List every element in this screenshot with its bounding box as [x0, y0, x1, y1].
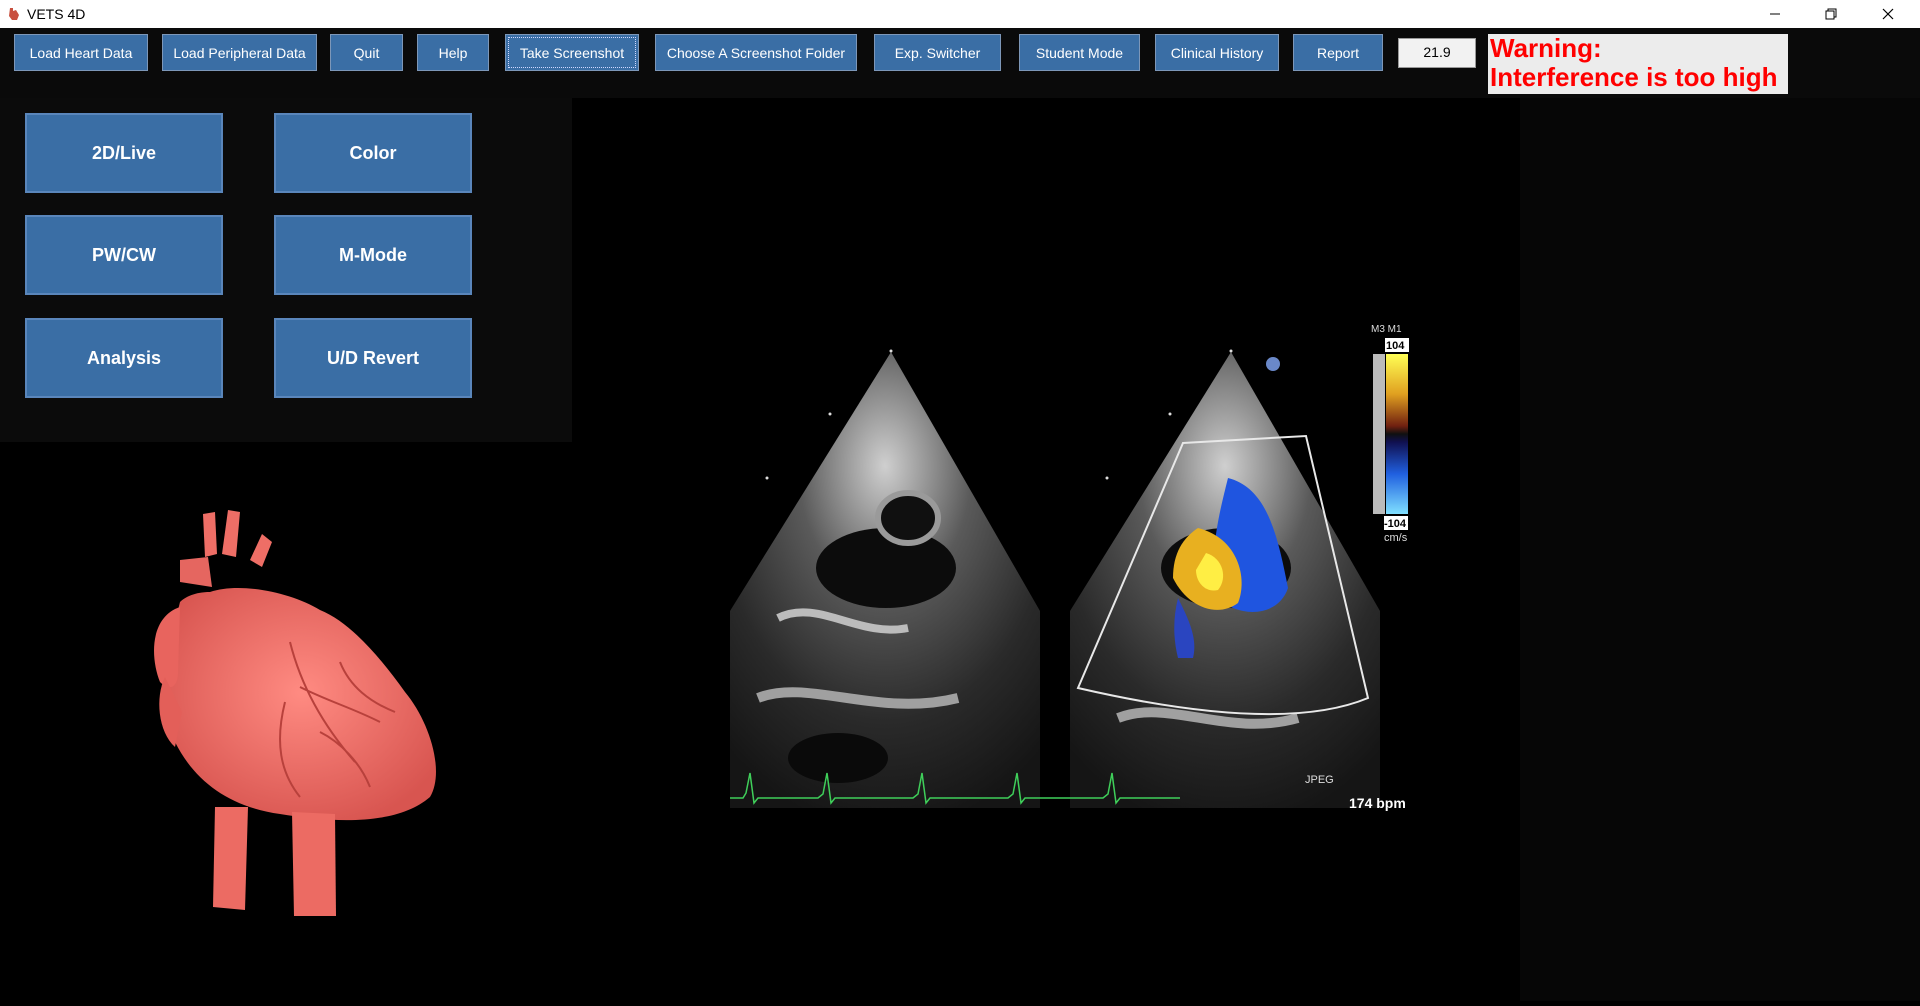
pw-cw-button[interactable]: PW/CW: [25, 215, 223, 295]
warning-title: Warning:: [1490, 33, 1602, 63]
interference-warning: Warning: Interference is too high: [1488, 34, 1788, 94]
scale-unit-label: cm/s: [1384, 532, 1408, 544]
help-button[interactable]: Help: [417, 34, 489, 71]
restore-icon: [1825, 8, 1837, 20]
heart-model-viewport[interactable]: [0, 442, 572, 1001]
sector-2d: [730, 352, 1040, 808]
scale-max-label: 104: [1386, 340, 1405, 352]
window-title: VETS 4D: [27, 6, 86, 22]
load-peripheral-data-button[interactable]: Load Peripheral Data: [162, 34, 317, 71]
close-icon: [1882, 8, 1894, 20]
heart-app-icon: [9, 8, 19, 20]
take-screenshot-button[interactable]: Take Screenshot: [505, 34, 639, 71]
echo-image: M3 M1 104 -104 cm/s JPEG 174 bpm: [730, 324, 1409, 811]
student-mode-button[interactable]: Student Mode: [1019, 34, 1140, 71]
exp-switcher-button[interactable]: Exp. Switcher: [874, 34, 1001, 71]
analysis-button[interactable]: Analysis: [25, 318, 223, 398]
heart-model[interactable]: [0, 442, 572, 1001]
load-heart-data-button[interactable]: Load Heart Data: [14, 34, 148, 71]
scale-header: M3 M1: [1371, 324, 1402, 335]
minimize-button[interactable]: [1747, 0, 1803, 28]
warning-message: Interference is too high: [1490, 62, 1778, 92]
close-button[interactable]: [1860, 0, 1916, 28]
2d-live-button[interactable]: 2D/Live: [25, 113, 223, 193]
right-blank-area: [1520, 98, 1920, 1001]
sector-color-doppler: [1070, 352, 1380, 808]
ultrasound-viewport[interactable]: M3 M1 104 -104 cm/s JPEG 174 bpm: [578, 98, 1520, 1001]
minimize-icon: [1770, 13, 1780, 15]
choose-screenshot-folder-button[interactable]: Choose A Screenshot Folder: [655, 34, 857, 71]
title-bar: VETS 4D: [0, 0, 1920, 28]
format-label: JPEG: [1305, 774, 1334, 786]
restore-button[interactable]: [1803, 0, 1859, 28]
m-mode-button[interactable]: M-Mode: [274, 215, 472, 295]
ud-revert-button[interactable]: U/D Revert: [274, 318, 472, 398]
quit-button[interactable]: Quit: [330, 34, 403, 71]
velocity-scale: M3 M1 104 -104 cm/s: [1371, 324, 1409, 544]
value-field[interactable]: 21.9: [1398, 38, 1476, 68]
color-button[interactable]: Color: [274, 113, 472, 193]
scale-min-label: -104: [1384, 518, 1407, 530]
clinical-history-button[interactable]: Clinical History: [1155, 34, 1279, 71]
report-button[interactable]: Report: [1293, 34, 1383, 71]
heart-rate-label: 174 bpm: [1349, 795, 1406, 811]
